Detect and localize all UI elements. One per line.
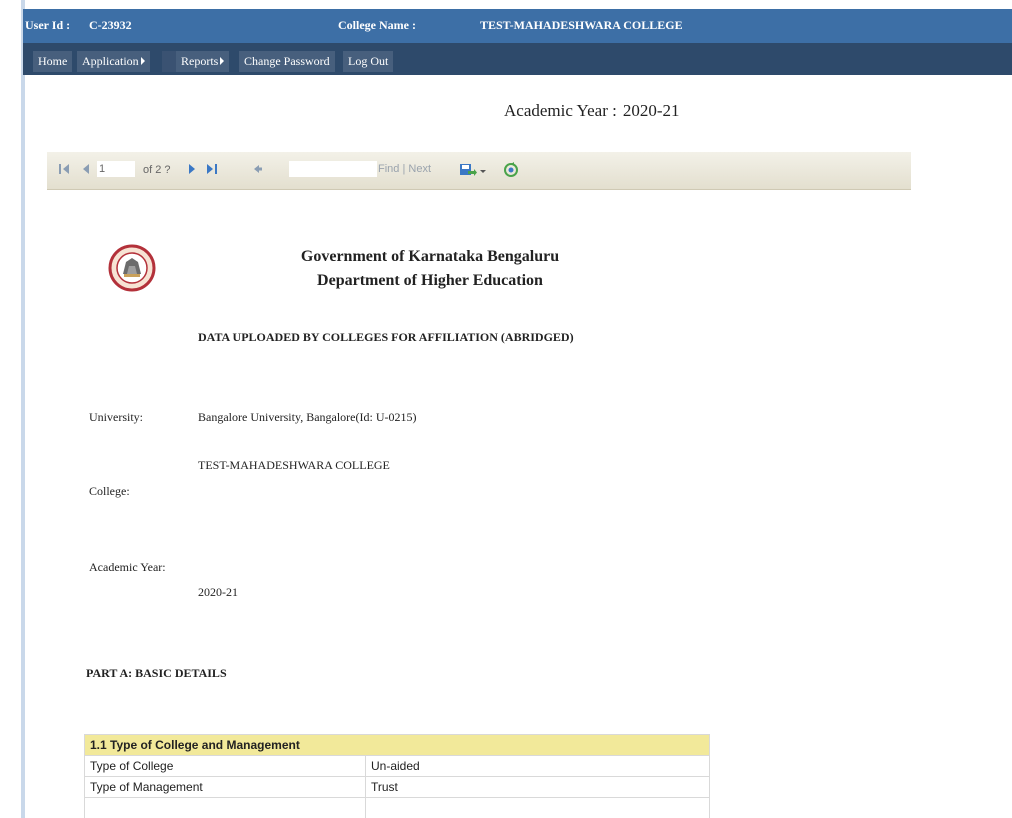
find-separator: | [402, 163, 406, 175]
college-name-label: College Name : [338, 18, 416, 32]
table-cell-key: Type of College [84, 755, 366, 777]
document-title: Government of Karnataka Bengaluru Depart… [0, 245, 860, 293]
academic-year-value: 2020-21 [198, 585, 238, 599]
table-cell-value: Un-aided [365, 755, 710, 777]
table-row [84, 797, 710, 818]
table-row: Type of Management Trust [84, 776, 710, 798]
document-title-line2: Department of Higher Education [317, 272, 543, 289]
refresh-icon[interactable] [503, 162, 519, 177]
find-next-link[interactable]: Next [408, 163, 431, 175]
academic-year-banner-value: 2020-21 [622, 101, 680, 120]
nav-reports-label: Reports [181, 54, 219, 68]
nav-spacer [162, 51, 176, 72]
back-to-parent-icon[interactable] [251, 162, 265, 176]
next-page-icon[interactable] [185, 162, 199, 176]
find-input[interactable] [289, 161, 377, 177]
table-cell-value [365, 797, 710, 818]
nav-change-password[interactable]: Change Password [239, 51, 336, 72]
submenu-arrow-icon [220, 57, 225, 65]
section-heading: PART A: BASIC DETAILS [86, 666, 227, 680]
export-icon[interactable] [459, 162, 489, 176]
submenu-arrow-icon [140, 57, 145, 65]
nav-application-label: Application [82, 54, 139, 68]
page-number-input[interactable] [97, 161, 135, 177]
document-subtitle: DATA UPLOADED BY COLLEGES FOR AFFILIATIO… [198, 330, 574, 344]
nav-log-out-label: Log Out [348, 54, 389, 68]
find-links: Find | Next [378, 163, 431, 175]
university-value: Bangalore University, Bangalore(Id: U-02… [198, 410, 417, 424]
academic-year-banner-label: Academic Year : [504, 101, 617, 120]
nav-reports[interactable]: Reports [176, 51, 231, 72]
academic-year-label: Academic Year: [89, 560, 166, 574]
header-bar: User Id : C-23932 College Name : TEST-MA… [23, 9, 1012, 43]
previous-page-icon[interactable] [79, 162, 93, 176]
nav-log-out[interactable]: Log Out [343, 51, 395, 72]
user-id-value: C-23932 [89, 18, 132, 32]
user-id-label: User Id : [25, 18, 71, 32]
college-value: TEST-MAHADESHWARA COLLEGE [198, 458, 390, 472]
nav-home-label: Home [38, 54, 68, 68]
details-table: 1.1 Type of College and Management Type … [84, 734, 710, 818]
table-header: 1.1 Type of College and Management [84, 734, 710, 756]
left-border [21, 0, 25, 818]
page-count: of 2 ? [143, 164, 171, 176]
table-header-row: 1.1 Type of College and Management [84, 734, 710, 756]
first-page-icon[interactable] [57, 162, 71, 176]
nav-application[interactable]: Application [77, 51, 151, 72]
nav-home[interactable]: Home [33, 51, 74, 72]
college-name-value: TEST-MAHADESHWARA COLLEGE [480, 18, 683, 32]
document-title-line1: Government of Karnataka Bengaluru [300, 248, 560, 265]
table-row: Type of College Un-aided [84, 755, 710, 777]
report-toolbar: of 2 ? Find | Next [47, 152, 911, 190]
academic-year-banner: Academic Year : 2020-21 [504, 101, 680, 121]
table-cell-value: Trust [365, 776, 710, 798]
nav-bar: Home Application Reports Change Password… [23, 43, 1012, 75]
college-label: College: [89, 484, 130, 498]
last-page-icon[interactable] [205, 162, 219, 176]
table-cell-key: Type of Management [84, 776, 366, 798]
find-link[interactable]: Find [378, 163, 399, 175]
university-label: University: [89, 410, 143, 424]
nav-change-password-label: Change Password [244, 54, 330, 68]
table-cell-key [84, 797, 366, 818]
